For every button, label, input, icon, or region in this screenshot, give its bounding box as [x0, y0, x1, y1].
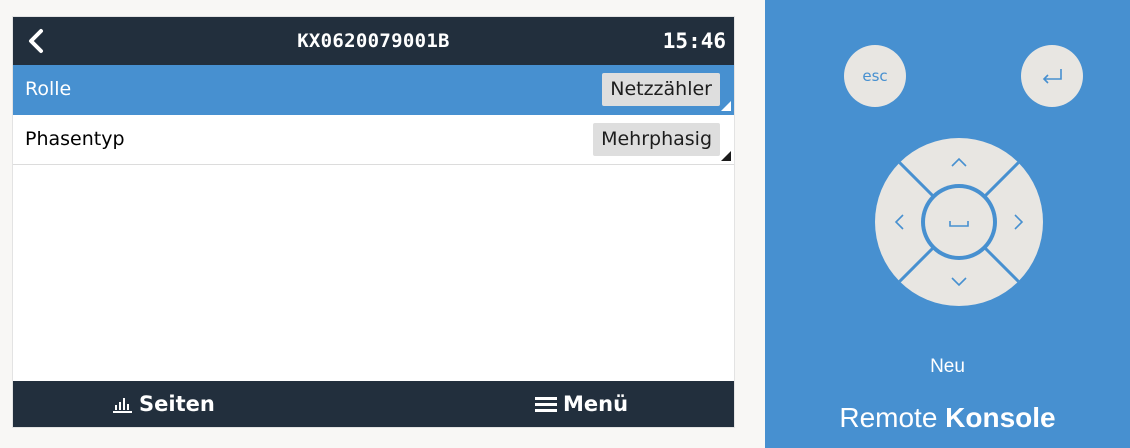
row-label: Phasentyp	[25, 128, 125, 150]
brand-bold: Konsole	[945, 402, 1056, 433]
pages-button[interactable]: Seiten	[113, 381, 215, 427]
row-label: Rolle	[25, 78, 72, 100]
header-bar: KX0620079001B 15:46	[13, 17, 734, 65]
device-screen: KX0620079001B 15:46 Rolle Netzzähler Pha…	[13, 17, 734, 427]
remote-console-panel: esc Neu Remote Konsole	[765, 0, 1130, 448]
pages-label: Seiten	[139, 392, 215, 416]
brand-title: Remote Konsole	[765, 402, 1130, 434]
footer-bar: Seiten Menü	[13, 381, 734, 427]
row-rolle[interactable]: Rolle Netzzähler	[13, 65, 734, 115]
editable-corner-icon	[721, 101, 731, 111]
bar-chart-icon	[113, 398, 132, 413]
hamburger-icon	[535, 397, 557, 412]
row-phasentyp[interactable]: Phasentyp Mehrphasig	[13, 115, 734, 165]
row-value-rolle[interactable]: Netzzähler	[602, 73, 720, 106]
menu-label: Menü	[563, 392, 629, 416]
editable-corner-icon	[721, 151, 731, 161]
dpad	[875, 138, 1043, 306]
clock: 15:46	[662, 29, 726, 53]
enter-button[interactable]	[1021, 45, 1083, 107]
row-value-phasentyp[interactable]: Mehrphasig	[593, 123, 720, 156]
neu-label: Neu	[930, 356, 965, 377]
esc-label: esc	[862, 67, 888, 85]
device-title: KX0620079001B	[297, 30, 450, 52]
brand-light: Remote	[839, 402, 938, 433]
space-button[interactable]	[925, 188, 993, 256]
menu-button[interactable]: Menü	[535, 381, 628, 427]
enter-return-icon	[1042, 69, 1062, 84]
esc-button[interactable]: esc	[844, 45, 906, 107]
